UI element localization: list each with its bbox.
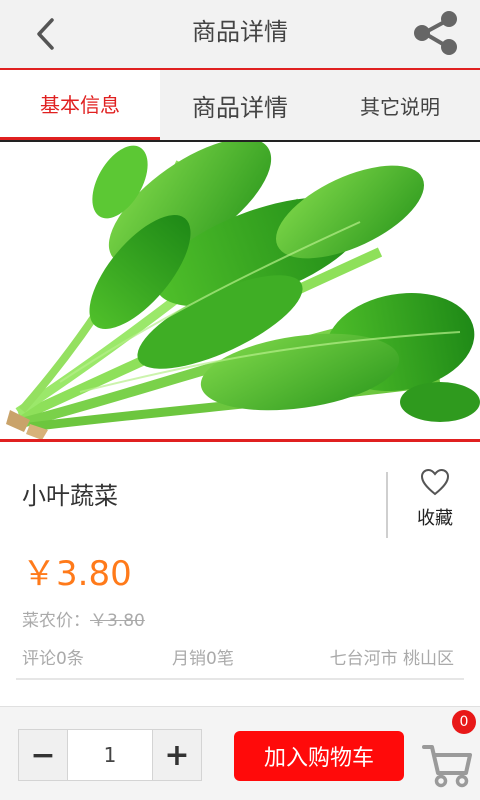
favorite-label: 收藏 bbox=[417, 508, 453, 529]
product-name: 小叶蔬菜 bbox=[22, 482, 118, 510]
monthly-sales: 月销0笔 bbox=[172, 649, 234, 669]
tab-bar: 基本信息 商品详情 其它说明 bbox=[0, 68, 480, 142]
spinach-illustration bbox=[0, 142, 480, 439]
increase-button[interactable]: + bbox=[153, 730, 201, 780]
tab-other-notes[interactable]: 其它说明 bbox=[320, 70, 480, 140]
share-button[interactable] bbox=[410, 8, 462, 58]
product-meta: 评论0条 月销0笔 七台河市 桃山区 bbox=[22, 644, 454, 669]
bottom-bar: − 1 + 加入购物车 bbox=[0, 706, 480, 800]
tab-product-details[interactable]: 商品详情 bbox=[160, 70, 320, 140]
farmer-price: 菜农价：￥3.80 bbox=[22, 606, 145, 631]
decrease-button[interactable]: − bbox=[19, 730, 67, 780]
quantity-stepper: − 1 + bbox=[18, 729, 202, 781]
farmer-price-label: 菜农价： bbox=[22, 611, 90, 631]
page-title: 商品详情 bbox=[192, 18, 288, 46]
favorite-button[interactable]: 收藏 bbox=[400, 468, 470, 538]
comments-count[interactable]: 评论0条 bbox=[22, 644, 84, 669]
heart-outline-icon bbox=[420, 468, 450, 496]
add-to-cart-button[interactable]: 加入购物车 bbox=[234, 731, 404, 781]
product-price: ￥3.80 bbox=[22, 554, 132, 594]
quantity-input[interactable]: 1 bbox=[67, 730, 153, 780]
cart-badge: 0 bbox=[452, 710, 476, 734]
product-image bbox=[0, 142, 480, 442]
divider bbox=[16, 678, 464, 680]
share-icon bbox=[414, 11, 457, 55]
farmer-price-value: ￥3.80 bbox=[90, 611, 145, 631]
location: 七台河市 桃山区 bbox=[329, 649, 454, 669]
tab-basic-info[interactable]: 基本信息 bbox=[0, 70, 160, 140]
top-bar: 商品详情 bbox=[0, 0, 480, 68]
divider bbox=[386, 472, 388, 538]
